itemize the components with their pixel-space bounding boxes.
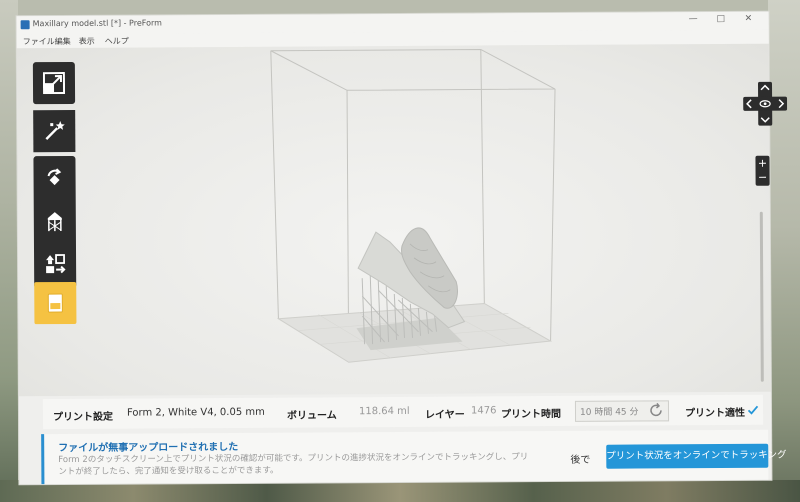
upload-notification: ファイルが無事アップロードされました Form 2のタッチスクリーン上でプリント… [41,429,787,485]
layout-tool-button[interactable] [34,242,76,284]
print-settings-label: プリント設定 [52,411,114,424]
print-time-label: プリント時間 [500,408,562,421]
volume-label: ボリューム [286,410,337,422]
3d-viewport[interactable]: + − [16,43,788,397]
minimize-button[interactable]: — [689,14,698,24]
checkmark-icon [747,405,759,415]
printer-icon [47,293,63,313]
orientation-tool-button[interactable] [33,158,75,200]
printability-label: プリント適性 [684,407,746,420]
print-time-field: 10 時間 45 分 [574,400,670,422]
volume-value: 118.64 ml [358,405,410,418]
zoom-out-button[interactable]: − [756,171,770,185]
menu-view[interactable]: 表示 [79,36,95,47]
layers-value: 1476 [470,405,497,417]
print-time-value: 10 時間 45 分 [579,407,639,418]
print-status-bar: プリント設定 Form 2, White V4, 0.05 mm ボリューム 1… [42,394,764,430]
print-tool-button[interactable] [34,281,77,325]
print-settings-value[interactable]: Form 2, White V4, 0.05 mm [123,407,269,419]
build-volume-scene [270,48,556,363]
zoom-control: + − [755,155,770,186]
supports-tool-button[interactable] [34,200,76,242]
refresh-icon[interactable] [648,402,664,418]
menu-file[interactable]: ファイル [23,36,55,47]
zoom-in-button[interactable]: + [755,157,769,171]
one-click-print-button[interactable] [33,110,75,152]
later-button[interactable]: 後で [560,452,600,470]
menu-edit[interactable]: 編集 [55,36,71,47]
close-button[interactable]: ✕ [745,14,753,24]
window-title: Maxillary model.stl [*] - PreForm [32,18,162,29]
track-print-online-button[interactable]: プリント状況をオンラインでトラッキング [606,443,787,469]
photo-background-right [768,0,800,502]
magic-wand-icon [45,121,65,140]
maximize-button[interactable]: □ [717,14,726,24]
menu-help[interactable]: ヘルプ [105,36,129,47]
preform-window: Maxillary model.stl [*] - PreForm — □ ✕ … [16,11,788,485]
app-icon [20,20,30,30]
support-structure-icon [47,212,62,232]
photo-background-left [0,0,18,502]
notification-body: Form 2のタッチスクリーン上でプリント状況の確認が可能です。プリントの進捗状… [58,452,529,478]
view-navigation-control[interactable] [743,81,788,126]
layers-label: レイヤー [424,409,465,421]
expand-arrow-icon [42,72,66,95]
layout-arrange-icon [46,254,66,274]
scale-tool-button[interactable] [33,62,75,104]
rotate-icon [47,168,62,186]
notification-title: ファイルが無事アップロードされました [58,441,239,455]
